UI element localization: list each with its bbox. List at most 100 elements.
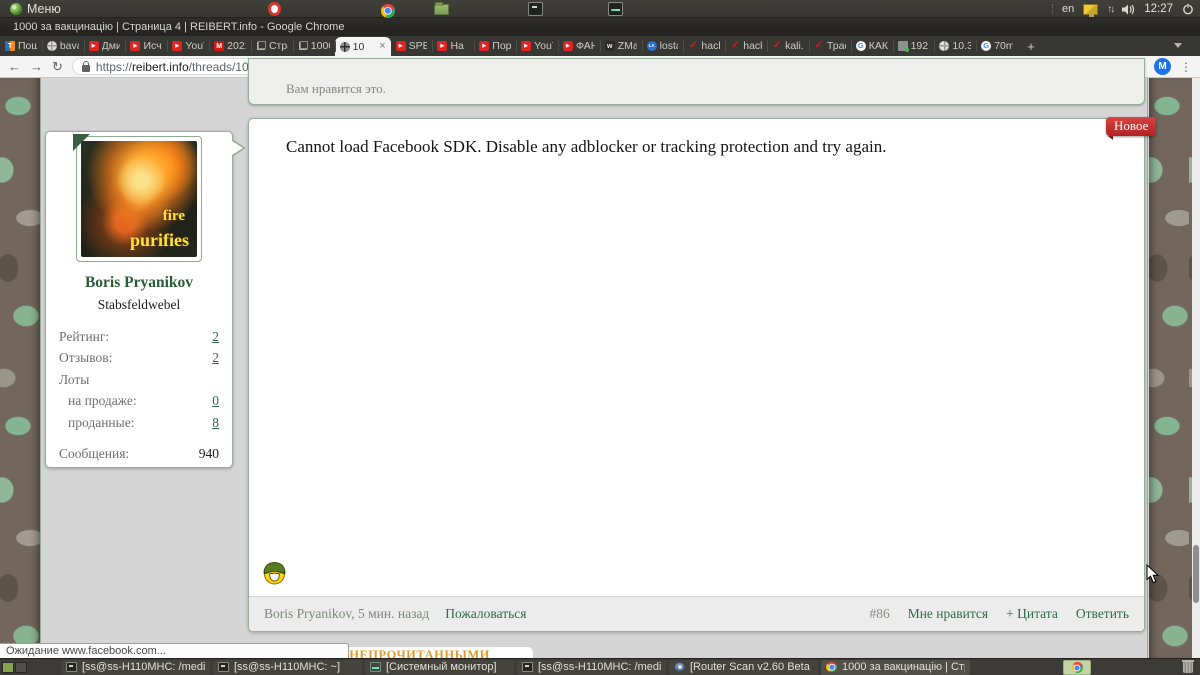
reload-icon[interactable]: ↻ — [52, 60, 63, 73]
power-icon[interactable] — [1182, 3, 1194, 15]
likes-text: Вам нравится это. — [286, 81, 386, 96]
quote-link[interactable]: + Цитата — [1006, 606, 1058, 622]
taskbar-window-button[interactable]: [ss@ss-H110MHC: /media... — [61, 659, 210, 675]
forward-icon[interactable]: → — [30, 60, 43, 73]
url-scheme: https:// — [95, 59, 132, 74]
stat-value[interactable]: 2 — [212, 329, 219, 345]
trash-icon[interactable] — [1182, 660, 1194, 673]
browser-tab[interactable]: 192.1 — [892, 36, 935, 56]
browser-tab[interactable]: ▶YouT — [167, 36, 209, 56]
workspace-active[interactable] — [2, 661, 14, 673]
globe-dark-favicon-icon — [339, 41, 350, 52]
system-menu-button[interactable]: Меню — [0, 0, 71, 17]
scrollbar[interactable] — [1192, 78, 1200, 658]
clock[interactable]: 12:27 — [1144, 3, 1173, 15]
browser-tab[interactable]: ▶ Дми — [83, 36, 126, 56]
network-arrows-icon[interactable]: ↑↓ — [1107, 4, 1115, 15]
tab-label: losta — [659, 40, 679, 52]
browser-tab[interactable]: G КАК — [850, 36, 893, 56]
browser-tab[interactable]: Т Пош — [0, 36, 42, 56]
profile-avatar[interactable]: M — [1154, 58, 1171, 75]
keyboard-layout-indicator[interactable]: en — [1062, 3, 1074, 15]
post-number[interactable]: #86 — [869, 606, 889, 622]
user-stat-row: Рейтинг: 2 — [59, 326, 219, 348]
browser-tab[interactable]: 10 × — [334, 37, 391, 56]
tab-label: Дми — [101, 40, 121, 52]
browser-tab[interactable]: ✓kali.t — [767, 36, 809, 56]
previous-post-likes-bar: Вам нравится это. — [248, 58, 1145, 105]
workspace-switcher[interactable] — [2, 661, 27, 673]
opera-icon[interactable] — [268, 2, 281, 16]
browser-tab[interactable]: 1000 — [292, 36, 335, 56]
stat-value[interactable]: 2 — [212, 350, 219, 366]
chevron-down-icon[interactable] — [1173, 41, 1182, 50]
page-content: Вам нравится это. Новое Cannot load Face… — [0, 58, 1200, 658]
stat-label: на продаже: — [68, 393, 137, 409]
browser-tab[interactable]: LAlosta — [641, 36, 684, 56]
user-stat-row: на продаже: 0 — [59, 391, 219, 413]
taskbar-window-button[interactable]: 1000 за вакцинацію | Стр... — [821, 659, 970, 675]
chrome-launcher-highlighted[interactable] — [1063, 660, 1091, 675]
browser-tab[interactable]: ▶SPEC — [391, 36, 433, 56]
taskbar-window-button[interactable]: [Системный монитор] — [365, 659, 514, 675]
tab-label: YouT — [185, 40, 204, 52]
taskbar-window-label: [Router Scan v2.60 Beta b... — [690, 661, 813, 673]
taskbar-window-button[interactable]: [ss@ss-H110MHC: ~] — [213, 659, 362, 675]
browser-tab[interactable]: ✓hack — [683, 36, 725, 56]
browser-tab[interactable]: w ZMa — [599, 36, 642, 56]
report-link[interactable]: Пожаловаться — [445, 606, 526, 622]
workspace-inactive[interactable] — [15, 661, 27, 673]
terminal-icon[interactable] — [528, 2, 543, 16]
tab-label: 192.1 — [910, 40, 930, 52]
user-stats: Рейтинг: 2 Отзывов: 2 Лоты на продаже: 0 продан… — [59, 326, 219, 465]
display-icon[interactable] — [1083, 3, 1099, 17]
terminal-wave-icon[interactable] — [608, 2, 623, 16]
taskbar-window-button[interactable]: [ss@ss-H110MHC: /media... — [517, 659, 666, 675]
stat-value[interactable]: 8 — [212, 415, 219, 431]
browser-tab[interactable]: ✓hack — [725, 36, 767, 56]
lock-icon[interactable] — [81, 60, 90, 72]
browser-tab[interactable]: ▶ ФАН — [557, 36, 600, 56]
w-letter-favicon-icon: w — [604, 41, 615, 51]
taskbar-window-label: [ss@ss-H110MHC: /media... — [538, 661, 661, 673]
forum-post: Cannot load Facebook SDK. Disable any ad… — [248, 118, 1145, 632]
new-post-badge: Новое — [1106, 117, 1157, 140]
browser-tab[interactable]: ▶Исче — [125, 36, 167, 56]
browser-tab[interactable]: Стра — [250, 36, 293, 56]
like-link[interactable]: Мне нравится — [908, 606, 988, 622]
browser-tab[interactable]: ▶YouT — [516, 36, 558, 56]
new-tab-button[interactable]: + — [1018, 36, 1044, 56]
browser-tab[interactable]: 10.3 — [934, 36, 976, 56]
reply-link[interactable]: Ответить — [1076, 606, 1129, 622]
volume-icon[interactable] — [1122, 4, 1135, 15]
m-letter-favicon-icon: M — [214, 41, 225, 51]
scrollbar-thumb[interactable] — [1193, 545, 1199, 603]
tab-close-icon[interactable]: × — [379, 41, 385, 52]
user-stat-row: Лоты — [59, 369, 219, 391]
stat-value[interactable]: 0 — [212, 393, 219, 409]
window-titlebar[interactable]: 1000 за вакцинацію | Страница 4 | REIBER… — [0, 18, 1200, 36]
browser-tab[interactable]: G70ma — [976, 36, 1018, 56]
post-author-date[interactable]: Boris Pryanikov, 5 мин. назад — [264, 606, 429, 622]
chrome-icon[interactable] — [380, 3, 395, 18]
tab-label: 2021 — [227, 40, 246, 52]
check-favicon-icon: ✓ — [689, 40, 698, 51]
chrome-menu-icon[interactable]: ⋮ — [1180, 61, 1192, 73]
tab-strip: ТПошbava▶Дми▶Исче▶YouTM2021Стра100010×▶S… — [0, 36, 1200, 56]
browser-tab[interactable]: ✓Трас — [808, 36, 851, 56]
taskbar-window-button[interactable]: [Router Scan v2.60 Beta b... — [669, 659, 818, 675]
browser-tab[interactable]: ▶ На — [432, 36, 474, 56]
browser-tab[interactable]: bava — [41, 36, 84, 56]
folder-icon[interactable] — [434, 2, 449, 15]
tab-label: Стра — [268, 40, 288, 52]
back-icon[interactable]: ← — [8, 60, 21, 73]
distro-logo-icon — [10, 2, 22, 15]
username-link[interactable]: Boris Pryanikov — [46, 274, 232, 292]
avatar[interactable]: fire purifies — [76, 136, 202, 262]
browser-tab[interactable]: ▶Порт — [474, 36, 516, 56]
mouse-cursor — [1146, 564, 1160, 584]
tab-label: 10 — [352, 40, 365, 53]
youtube-favicon-icon: ▶ — [521, 41, 532, 51]
google-favicon-icon: G — [981, 41, 992, 51]
browser-tab[interactable]: M2021 — [209, 36, 251, 56]
